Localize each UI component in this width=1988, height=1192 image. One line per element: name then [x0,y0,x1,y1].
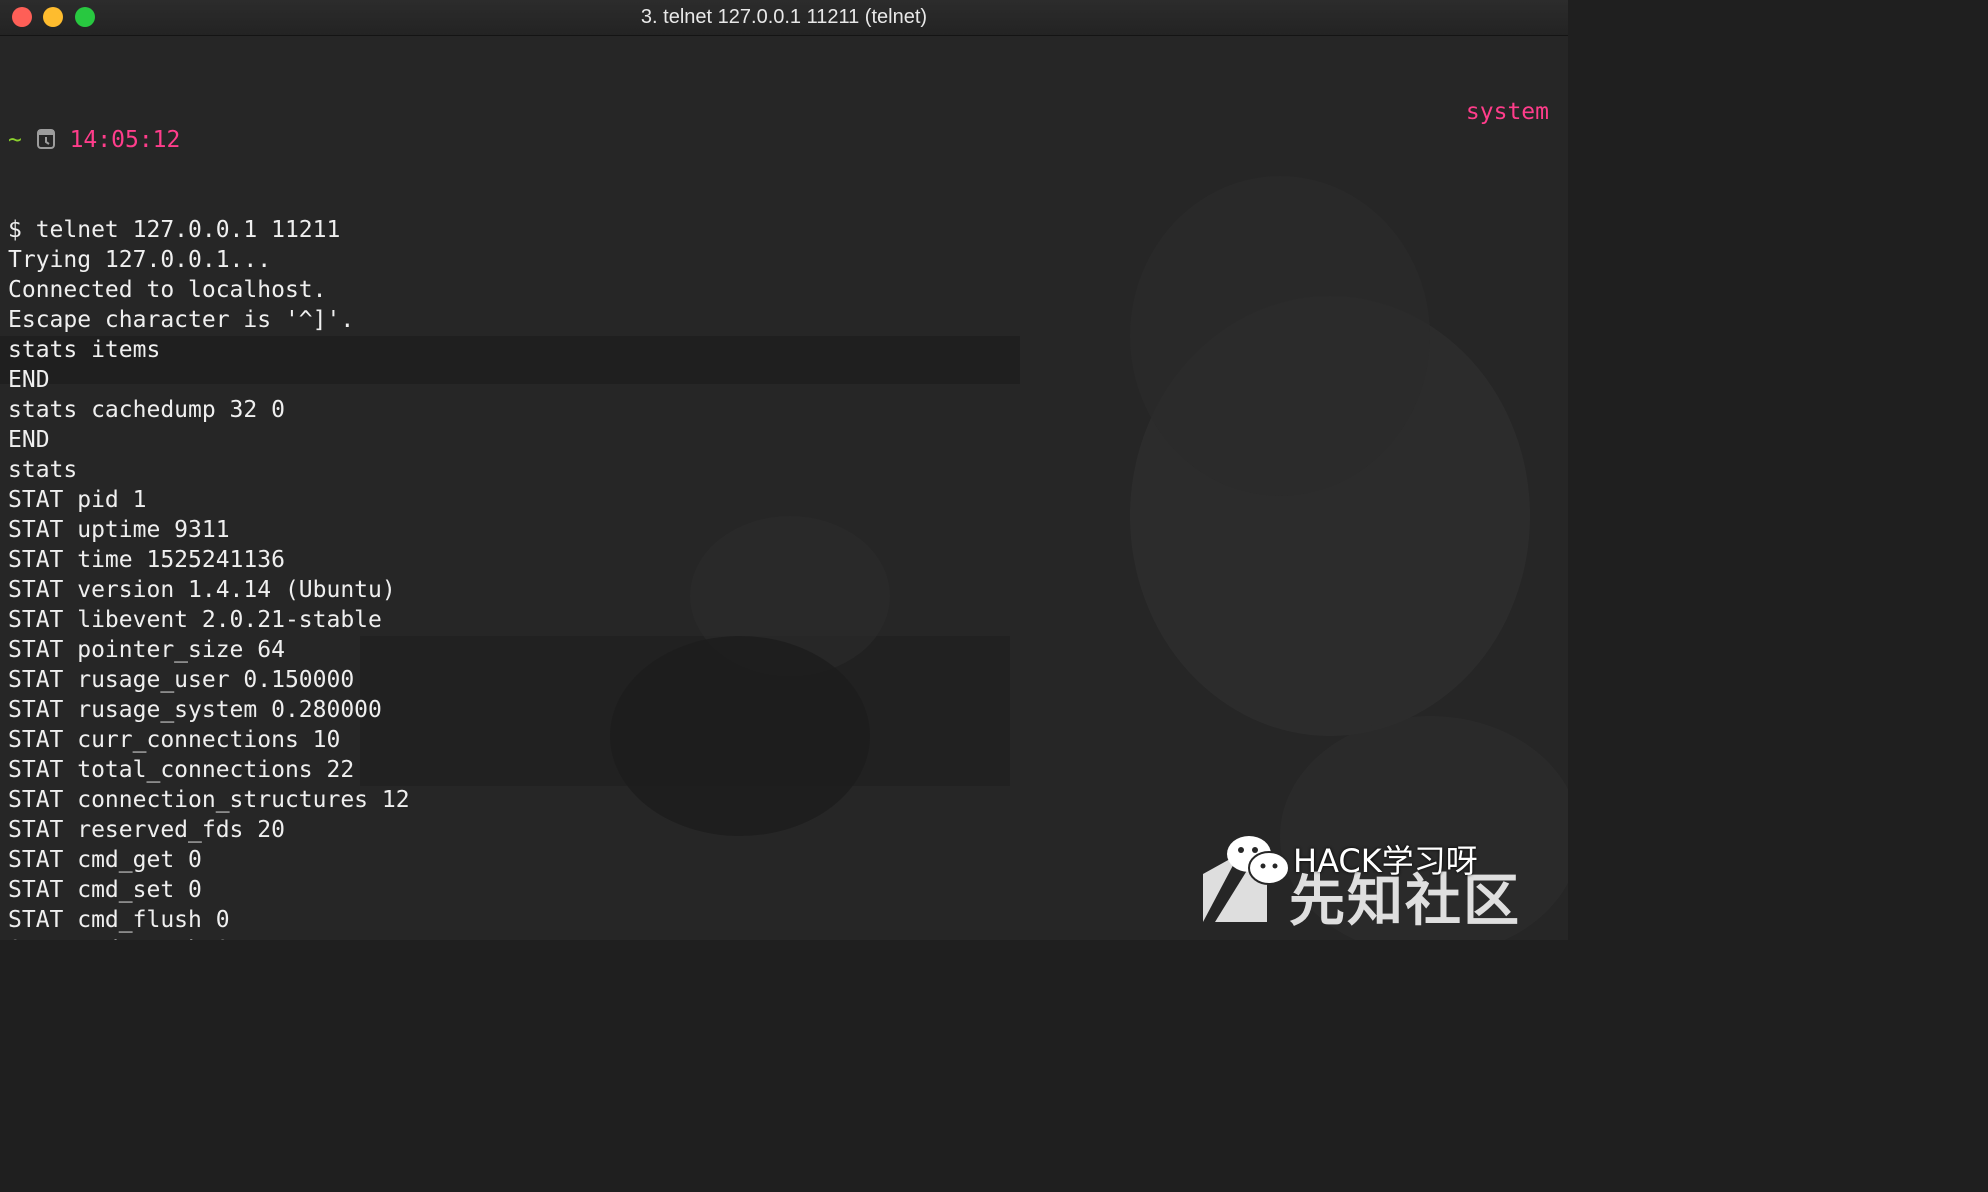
terminal-line: stats cachedump 32 0 [8,397,285,423]
title-bar: 3. telnet 127.0.0.1 11211 (telnet) [0,0,1568,36]
terminal-line: $ telnet 127.0.0.1 11211 [8,217,341,243]
output-lines: $ telnet 127.0.0.1 11211 Trying 127.0.0.1… [8,215,1568,940]
right-prompt-label: system [1465,99,1549,125]
terminal-line: STAT pointer_size 64 [8,637,285,663]
terminal-window: 3. telnet 127.0.0.1 11211 (telnet) ~ 14:… [0,0,1568,940]
terminal-output[interactable]: ~ 14:05:12 $ telnet 127.0.0.1 11211 Tryin… [8,65,1568,940]
terminal-line: END [8,367,50,393]
prompt-line: ~ 14:05:12 [8,125,1568,155]
terminal-line: stats items [8,337,161,363]
terminal-line: STAT libevent 2.0.21-stable [8,607,382,633]
terminal-line: STAT curr_connections 10 [8,727,341,753]
terminal-line: Trying 127.0.0.1... [8,247,272,273]
prompt-tilde: ~ [8,127,22,153]
terminal-line: STAT time 1525241136 [8,547,285,573]
wechat-icon [1227,836,1290,885]
terminal-line: STAT pid 1 [8,487,147,513]
clock-icon [36,128,56,152]
terminal-line: STAT rusage_user 0.150000 [8,667,355,693]
window-title: 3. telnet 127.0.0.1 11211 (telnet) [640,6,928,28]
terminal-line: Connected to localhost. [8,277,327,303]
terminal-line: STAT total_connections 22 [8,757,355,783]
terminal-line: STAT rusage_system 0.280000 [8,697,382,723]
prompt-time: 14:05:12 [69,127,181,153]
terminal-line: STAT version 1.4.14 (Ubuntu) [8,577,396,603]
terminal-line: END [8,427,50,453]
terminal-line: stats [8,457,78,483]
terminal-line: STAT uptime 9311 [8,517,230,543]
terminal-line: STAT connection_structures 12 [8,787,410,813]
watermark-sub-text: HACK学习呀 [1293,842,1478,880]
watermark: 先知社区 HACK学习呀 [1201,834,1546,934]
terminal-line: Escape character is '^]'. [8,307,355,333]
